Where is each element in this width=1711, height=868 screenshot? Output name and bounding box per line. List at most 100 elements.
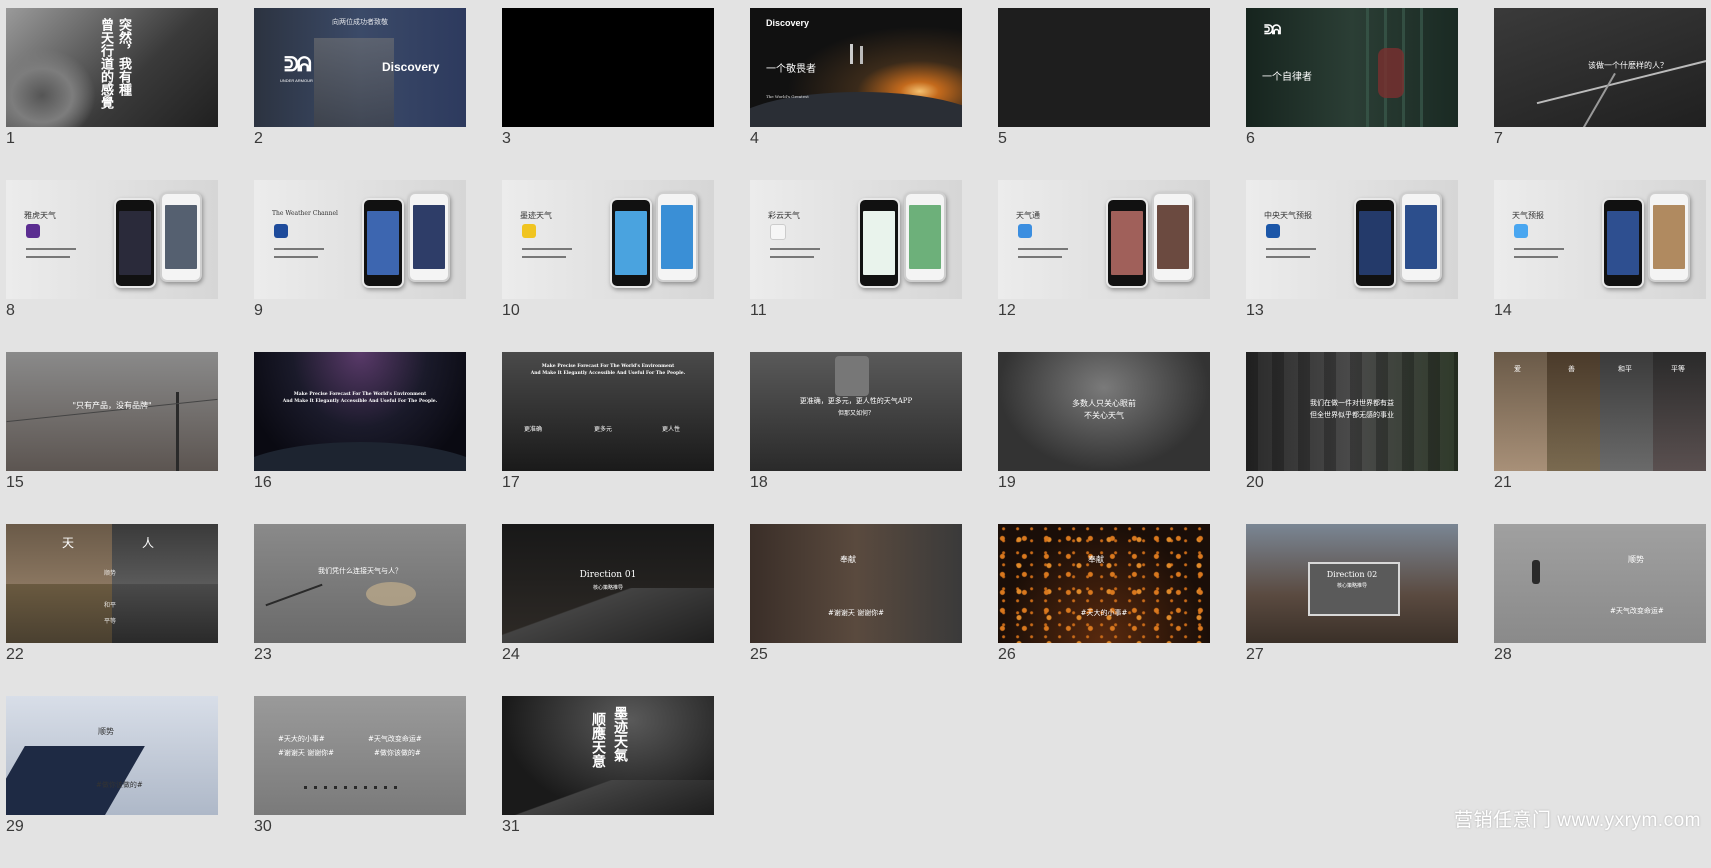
slide-1-thumbnail[interactable]: 突然，我有種 曾天行道的感覺	[6, 8, 218, 127]
slide-30-number: 30	[254, 818, 272, 835]
slide-29-keyword: 顺势	[98, 727, 114, 736]
tianqitong-icon	[1018, 224, 1032, 238]
slide-8-thumbnail[interactable]: 雅虎天气	[6, 180, 218, 299]
moji-weather-icon	[522, 224, 536, 238]
slide-8[interactable]: 雅虎天气 8	[6, 180, 218, 352]
slide-7-thumbnail[interactable]: 该做一个什麽样的人？	[1494, 8, 1706, 127]
slide-26-thumbnail[interactable]: 奉献 #天大的小事#	[998, 524, 1210, 643]
slide-22-row-1: 顺势	[104, 570, 117, 577]
slide-22-row-3: 和平	[104, 602, 117, 609]
slide-21[interactable]: 爱 善 和平 平等 21	[1494, 352, 1706, 524]
feature-line	[1266, 256, 1310, 258]
slide-18-line-2: 但那又如何？	[837, 410, 874, 417]
slide-10-thumbnail[interactable]: 墨迹天气	[502, 180, 714, 299]
slide-11-thumbnail[interactable]: 彩云天气	[750, 180, 962, 299]
slide-17[interactable]: Make Precise Forecast For The World's En…	[502, 352, 714, 524]
slide-6[interactable]: ᕲᕱ 一个自律者 6	[1246, 8, 1458, 180]
phone-mockup	[610, 198, 652, 288]
slide-22-heaven: 天	[62, 536, 75, 550]
slide-16[interactable]: Make Precise Forecast For The World's En…	[254, 352, 466, 524]
slide-17-line-2: And Make It Elegantly Accessible And Use…	[530, 371, 686, 376]
slide-29-thumbnail[interactable]: 顺势 #做你该做的#	[6, 696, 218, 815]
slide-24-number: 24	[502, 646, 520, 663]
slide-29[interactable]: 顺势 #做你该做的# 29	[6, 696, 218, 868]
slide-31[interactable]: 墨迹天氣 顺應天意 31	[502, 696, 714, 868]
slide-3[interactable]: 3	[502, 8, 714, 180]
slide-21-thumbnail[interactable]: 爱 善 和平 平等	[1494, 352, 1706, 471]
slide-9-app-name: The Weather Channel	[272, 210, 338, 217]
slide-25-thumbnail[interactable]: 奉献 #谢谢天 谢谢你#	[750, 524, 962, 643]
phone-mockup	[1602, 198, 1644, 288]
slide-5-thumbnail[interactable]	[998, 8, 1210, 127]
slide-21-number: 21	[1494, 474, 1512, 491]
slide-31-thumbnail[interactable]: 墨迹天氣 顺應天意	[502, 696, 714, 815]
phone-mockup	[1648, 192, 1690, 282]
slide-18[interactable]: 更准确，更多元，更人性的天气APP 但那又如何？ 18	[750, 352, 962, 524]
slide-14-app-name: 天气预报	[1512, 211, 1544, 220]
slide-15[interactable]: "只有产品，没有品牌" 15	[6, 352, 218, 524]
slide-15-thumbnail[interactable]: "只有产品，没有品牌"	[6, 352, 218, 471]
slide-22[interactable]: 天 人 顺势 和平 平等 22	[6, 524, 218, 696]
slide-31-title-right: 墨迹天氣	[612, 706, 628, 762]
slide-23-thumbnail[interactable]: 我们凭什么连接天气与人？	[254, 524, 466, 643]
slide-29-number: 29	[6, 818, 24, 835]
slide-30-tag-2: #谢谢天 谢谢你#	[278, 749, 334, 757]
slide-14[interactable]: 天气预报 14	[1494, 180, 1706, 352]
slide-2-heading: 向两位成功者致敬	[332, 18, 388, 26]
slide-23[interactable]: 我们凭什么连接天气与人？ 23	[254, 524, 466, 696]
slide-9-thumbnail[interactable]: The Weather Channel	[254, 180, 466, 299]
slide-18-thumbnail[interactable]: 更准确，更多元，更人性的天气APP 但那又如何？	[750, 352, 962, 471]
slide-9[interactable]: The Weather Channel 9	[254, 180, 466, 352]
slide-25-number: 25	[750, 646, 768, 663]
slide-3-thumbnail[interactable]	[502, 8, 714, 127]
slide-14-thumbnail[interactable]: 天气预报	[1494, 180, 1706, 299]
slide-13-thumbnail[interactable]: 中央天气预报	[1246, 180, 1458, 299]
slide-28-thumbnail[interactable]: 顺势 #天气改变命运#	[1494, 524, 1706, 643]
slide-24-thumbnail[interactable]: Direction 01 核心策略推导	[502, 524, 714, 643]
slide-24[interactable]: Direction 01 核心策略推导 24	[502, 524, 714, 696]
slide-25-keyword: 奉献	[840, 555, 856, 564]
slide-20-thumbnail[interactable]: 我们在做一件对世界都有益 但全世界似乎都无感的事业	[1246, 352, 1458, 471]
slide-5[interactable]: 5	[998, 8, 1210, 180]
slide-17-thumbnail[interactable]: Make Precise Forecast For The World's En…	[502, 352, 714, 471]
slide-12-thumbnail[interactable]: 天气通	[998, 180, 1210, 299]
slide-20[interactable]: 我们在做一件对世界都有益 但全世界似乎都无感的事业 20	[1246, 352, 1458, 524]
slide-19-line-1: 多数人只关心眼前	[1072, 399, 1136, 408]
slide-25[interactable]: 奉献 #谢谢天 谢谢你# 25	[750, 524, 962, 696]
slide-17-pillar-2: 更多元	[594, 426, 613, 433]
slide-19[interactable]: 多数人只关心眼前 不关心天气 19	[998, 352, 1210, 524]
feature-line	[1018, 248, 1068, 250]
slide-4-logo: Discovery	[766, 18, 810, 28]
slide-30-thumbnail[interactable]: #天大的小事# #谢谢天 谢谢你# #天气改变命运# #做你该做的#	[254, 696, 466, 815]
slide-4-title: 一个敬畏者	[766, 64, 816, 75]
slide-2-thumbnail[interactable]: 向两位成功者致敬 ᕲᕱ UNDER ARMOUR Discovery	[254, 8, 466, 127]
slide-27[interactable]: Direction 02 核心策略推导 27	[1246, 524, 1458, 696]
feature-line	[770, 256, 814, 258]
slide-22-thumbnail[interactable]: 天 人 顺势 和平 平等	[6, 524, 218, 643]
slide-4[interactable]: Discovery 一个敬畏者 The World's Greatest 4	[750, 8, 962, 180]
phone-mockup	[904, 192, 946, 282]
slide-2[interactable]: 向两位成功者致敬 ᕲᕱ UNDER ARMOUR Discovery 2	[254, 8, 466, 180]
slide-6-thumbnail[interactable]: ᕲᕱ 一个自律者	[1246, 8, 1458, 127]
slide-1[interactable]: 突然，我有種 曾天行道的感覺 1	[6, 8, 218, 180]
slide-16-line-2: And Make It Elegantly Accessible And Use…	[282, 399, 438, 404]
slide-27-thumbnail[interactable]: Direction 02 核心策略推导	[1246, 524, 1458, 643]
slide-30[interactable]: #天大的小事# #谢谢天 谢谢你# #天气改变命运# #做你该做的# 30	[254, 696, 466, 868]
slide-12[interactable]: 天气通 12	[998, 180, 1210, 352]
slide-10[interactable]: 墨迹天气 10	[502, 180, 714, 352]
slide-4-caption: The World's Greatest	[766, 94, 809, 99]
slide-9-number: 9	[254, 302, 263, 319]
slide-13[interactable]: 中央天气预报 13	[1246, 180, 1458, 352]
slide-8-app-name: 雅虎天气	[24, 211, 56, 220]
slide-19-thumbnail[interactable]: 多数人只关心眼前 不关心天气	[998, 352, 1210, 471]
weather-forecast-icon	[1514, 224, 1528, 238]
slide-28[interactable]: 顺势 #天气改变命运# 28	[1494, 524, 1706, 696]
slide-26[interactable]: 奉献 #天大的小事# 26	[998, 524, 1210, 696]
slide-11[interactable]: 彩云天气 11	[750, 180, 962, 352]
slide-26-number: 26	[998, 646, 1016, 663]
slide-16-thumbnail[interactable]: Make Precise Forecast For The World's En…	[254, 352, 466, 471]
slide-22-row-4: 平等	[104, 618, 117, 625]
slide-29-hashtag: #做你该做的#	[96, 781, 143, 789]
slide-7[interactable]: 该做一个什麽样的人？ 7	[1494, 8, 1706, 180]
slide-4-thumbnail[interactable]: Discovery 一个敬畏者 The World's Greatest	[750, 8, 962, 127]
